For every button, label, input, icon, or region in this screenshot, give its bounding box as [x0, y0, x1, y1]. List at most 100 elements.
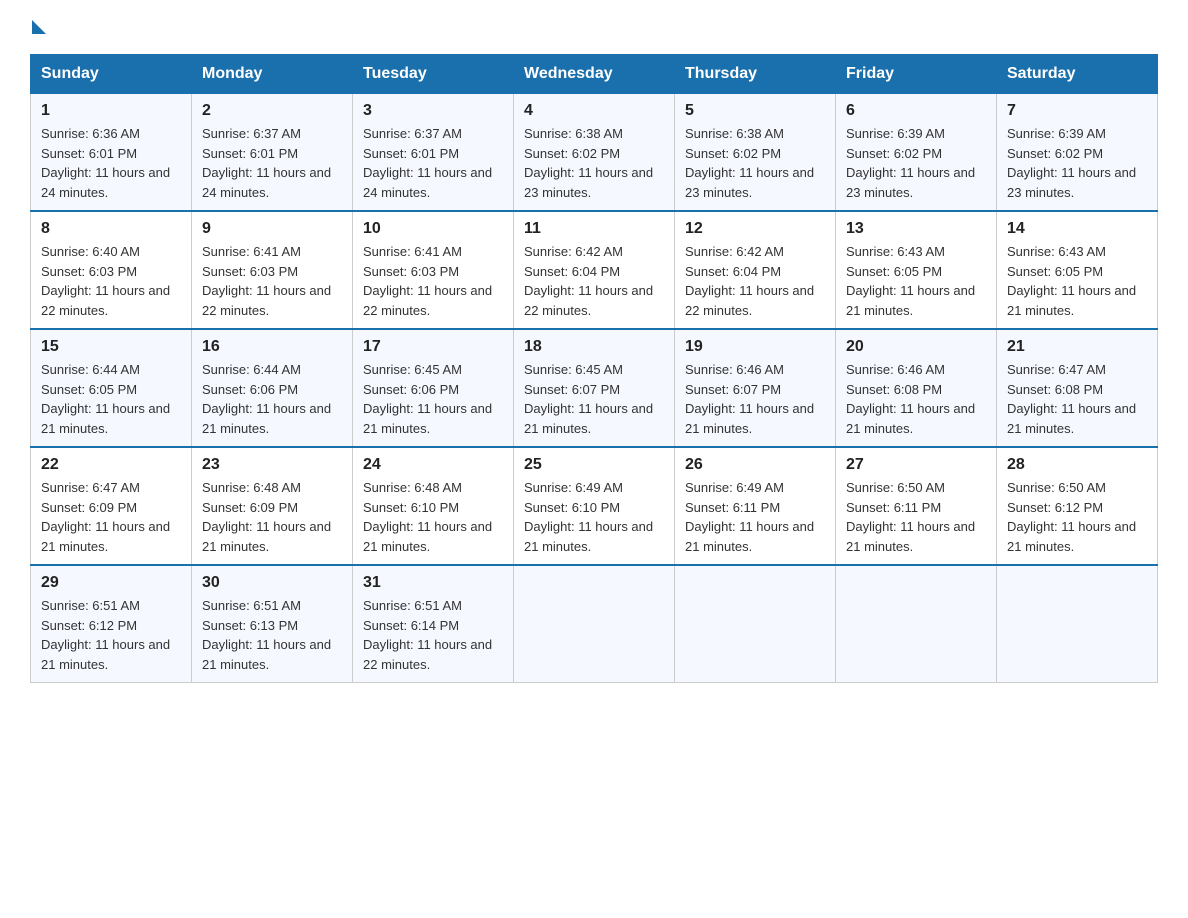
table-row: 14 Sunrise: 6:43 AM Sunset: 6:05 PM Dayl…: [997, 211, 1158, 329]
table-row: 30 Sunrise: 6:51 AM Sunset: 6:13 PM Dayl…: [192, 565, 353, 683]
day-number: 6: [846, 102, 986, 120]
col-sunday: Sunday: [31, 55, 192, 94]
day-number: 3: [363, 102, 503, 120]
day-number: 21: [1007, 338, 1147, 356]
table-row: 19 Sunrise: 6:46 AM Sunset: 6:07 PM Dayl…: [675, 329, 836, 447]
day-info: Sunrise: 6:51 AM Sunset: 6:14 PM Dayligh…: [363, 596, 503, 674]
table-row: 13 Sunrise: 6:43 AM Sunset: 6:05 PM Dayl…: [836, 211, 997, 329]
table-row: 29 Sunrise: 6:51 AM Sunset: 6:12 PM Dayl…: [31, 565, 192, 683]
day-number: 4: [524, 102, 664, 120]
day-info: Sunrise: 6:41 AM Sunset: 6:03 PM Dayligh…: [363, 242, 503, 320]
table-row: 10 Sunrise: 6:41 AM Sunset: 6:03 PM Dayl…: [353, 211, 514, 329]
day-number: 23: [202, 456, 342, 474]
day-info: Sunrise: 6:47 AM Sunset: 6:08 PM Dayligh…: [1007, 360, 1147, 438]
day-number: 1: [41, 102, 181, 120]
day-info: Sunrise: 6:50 AM Sunset: 6:11 PM Dayligh…: [846, 478, 986, 556]
table-row: 23 Sunrise: 6:48 AM Sunset: 6:09 PM Dayl…: [192, 447, 353, 565]
week-row-5: 29 Sunrise: 6:51 AM Sunset: 6:12 PM Dayl…: [31, 565, 1158, 683]
day-info: Sunrise: 6:43 AM Sunset: 6:05 PM Dayligh…: [1007, 242, 1147, 320]
col-wednesday: Wednesday: [514, 55, 675, 94]
week-row-1: 1 Sunrise: 6:36 AM Sunset: 6:01 PM Dayli…: [31, 94, 1158, 212]
day-number: 29: [41, 574, 181, 592]
day-number: 24: [363, 456, 503, 474]
table-row: 21 Sunrise: 6:47 AM Sunset: 6:08 PM Dayl…: [997, 329, 1158, 447]
day-number: 10: [363, 220, 503, 238]
day-number: 15: [41, 338, 181, 356]
day-number: 19: [685, 338, 825, 356]
day-info: Sunrise: 6:41 AM Sunset: 6:03 PM Dayligh…: [202, 242, 342, 320]
day-info: Sunrise: 6:37 AM Sunset: 6:01 PM Dayligh…: [363, 124, 503, 202]
table-row: 5 Sunrise: 6:38 AM Sunset: 6:02 PM Dayli…: [675, 94, 836, 212]
table-row: 6 Sunrise: 6:39 AM Sunset: 6:02 PM Dayli…: [836, 94, 997, 212]
table-row: [997, 565, 1158, 683]
day-info: Sunrise: 6:45 AM Sunset: 6:07 PM Dayligh…: [524, 360, 664, 438]
col-thursday: Thursday: [675, 55, 836, 94]
table-row: 18 Sunrise: 6:45 AM Sunset: 6:07 PM Dayl…: [514, 329, 675, 447]
table-row: 4 Sunrise: 6:38 AM Sunset: 6:02 PM Dayli…: [514, 94, 675, 212]
day-info: Sunrise: 6:48 AM Sunset: 6:09 PM Dayligh…: [202, 478, 342, 556]
table-row: 7 Sunrise: 6:39 AM Sunset: 6:02 PM Dayli…: [997, 94, 1158, 212]
day-info: Sunrise: 6:49 AM Sunset: 6:10 PM Dayligh…: [524, 478, 664, 556]
day-number: 11: [524, 220, 664, 238]
table-row: 20 Sunrise: 6:46 AM Sunset: 6:08 PM Dayl…: [836, 329, 997, 447]
day-info: Sunrise: 6:44 AM Sunset: 6:05 PM Dayligh…: [41, 360, 181, 438]
table-row: 15 Sunrise: 6:44 AM Sunset: 6:05 PM Dayl…: [31, 329, 192, 447]
day-number: 5: [685, 102, 825, 120]
day-number: 28: [1007, 456, 1147, 474]
day-number: 13: [846, 220, 986, 238]
day-info: Sunrise: 6:38 AM Sunset: 6:02 PM Dayligh…: [524, 124, 664, 202]
week-row-4: 22 Sunrise: 6:47 AM Sunset: 6:09 PM Dayl…: [31, 447, 1158, 565]
table-row: 28 Sunrise: 6:50 AM Sunset: 6:12 PM Dayl…: [997, 447, 1158, 565]
table-row: 31 Sunrise: 6:51 AM Sunset: 6:14 PM Dayl…: [353, 565, 514, 683]
day-number: 2: [202, 102, 342, 120]
col-monday: Monday: [192, 55, 353, 94]
day-info: Sunrise: 6:51 AM Sunset: 6:13 PM Dayligh…: [202, 596, 342, 674]
day-info: Sunrise: 6:44 AM Sunset: 6:06 PM Dayligh…: [202, 360, 342, 438]
day-info: Sunrise: 6:49 AM Sunset: 6:11 PM Dayligh…: [685, 478, 825, 556]
day-number: 7: [1007, 102, 1147, 120]
day-number: 14: [1007, 220, 1147, 238]
table-row: 8 Sunrise: 6:40 AM Sunset: 6:03 PM Dayli…: [31, 211, 192, 329]
day-number: 22: [41, 456, 181, 474]
day-info: Sunrise: 6:46 AM Sunset: 6:07 PM Dayligh…: [685, 360, 825, 438]
day-info: Sunrise: 6:38 AM Sunset: 6:02 PM Dayligh…: [685, 124, 825, 202]
day-number: 12: [685, 220, 825, 238]
table-row: [836, 565, 997, 683]
day-info: Sunrise: 6:46 AM Sunset: 6:08 PM Dayligh…: [846, 360, 986, 438]
day-info: Sunrise: 6:48 AM Sunset: 6:10 PM Dayligh…: [363, 478, 503, 556]
day-info: Sunrise: 6:42 AM Sunset: 6:04 PM Dayligh…: [685, 242, 825, 320]
day-number: 17: [363, 338, 503, 356]
day-number: 27: [846, 456, 986, 474]
day-info: Sunrise: 6:43 AM Sunset: 6:05 PM Dayligh…: [846, 242, 986, 320]
header-row: Sunday Monday Tuesday Wednesday Thursday…: [31, 55, 1158, 94]
day-info: Sunrise: 6:47 AM Sunset: 6:09 PM Dayligh…: [41, 478, 181, 556]
table-row: 27 Sunrise: 6:50 AM Sunset: 6:11 PM Dayl…: [836, 447, 997, 565]
table-row: 24 Sunrise: 6:48 AM Sunset: 6:10 PM Dayl…: [353, 447, 514, 565]
table-row: 22 Sunrise: 6:47 AM Sunset: 6:09 PM Dayl…: [31, 447, 192, 565]
col-friday: Friday: [836, 55, 997, 94]
day-info: Sunrise: 6:50 AM Sunset: 6:12 PM Dayligh…: [1007, 478, 1147, 556]
day-info: Sunrise: 6:45 AM Sunset: 6:06 PM Dayligh…: [363, 360, 503, 438]
table-row: 9 Sunrise: 6:41 AM Sunset: 6:03 PM Dayli…: [192, 211, 353, 329]
day-info: Sunrise: 6:42 AM Sunset: 6:04 PM Dayligh…: [524, 242, 664, 320]
week-row-3: 15 Sunrise: 6:44 AM Sunset: 6:05 PM Dayl…: [31, 329, 1158, 447]
table-row: 1 Sunrise: 6:36 AM Sunset: 6:01 PM Dayli…: [31, 94, 192, 212]
day-info: Sunrise: 6:36 AM Sunset: 6:01 PM Dayligh…: [41, 124, 181, 202]
day-info: Sunrise: 6:51 AM Sunset: 6:12 PM Dayligh…: [41, 596, 181, 674]
day-number: 30: [202, 574, 342, 592]
day-number: 31: [363, 574, 503, 592]
table-row: 25 Sunrise: 6:49 AM Sunset: 6:10 PM Dayl…: [514, 447, 675, 565]
table-row: 12 Sunrise: 6:42 AM Sunset: 6:04 PM Dayl…: [675, 211, 836, 329]
page-header: [30, 20, 1158, 34]
day-info: Sunrise: 6:40 AM Sunset: 6:03 PM Dayligh…: [41, 242, 181, 320]
table-row: 3 Sunrise: 6:37 AM Sunset: 6:01 PM Dayli…: [353, 94, 514, 212]
table-row: [675, 565, 836, 683]
day-number: 26: [685, 456, 825, 474]
table-row: 26 Sunrise: 6:49 AM Sunset: 6:11 PM Dayl…: [675, 447, 836, 565]
table-row: 17 Sunrise: 6:45 AM Sunset: 6:06 PM Dayl…: [353, 329, 514, 447]
day-number: 20: [846, 338, 986, 356]
logo-arrow-icon: [32, 20, 46, 34]
day-number: 8: [41, 220, 181, 238]
logo: [30, 20, 46, 34]
day-info: Sunrise: 6:39 AM Sunset: 6:02 PM Dayligh…: [846, 124, 986, 202]
